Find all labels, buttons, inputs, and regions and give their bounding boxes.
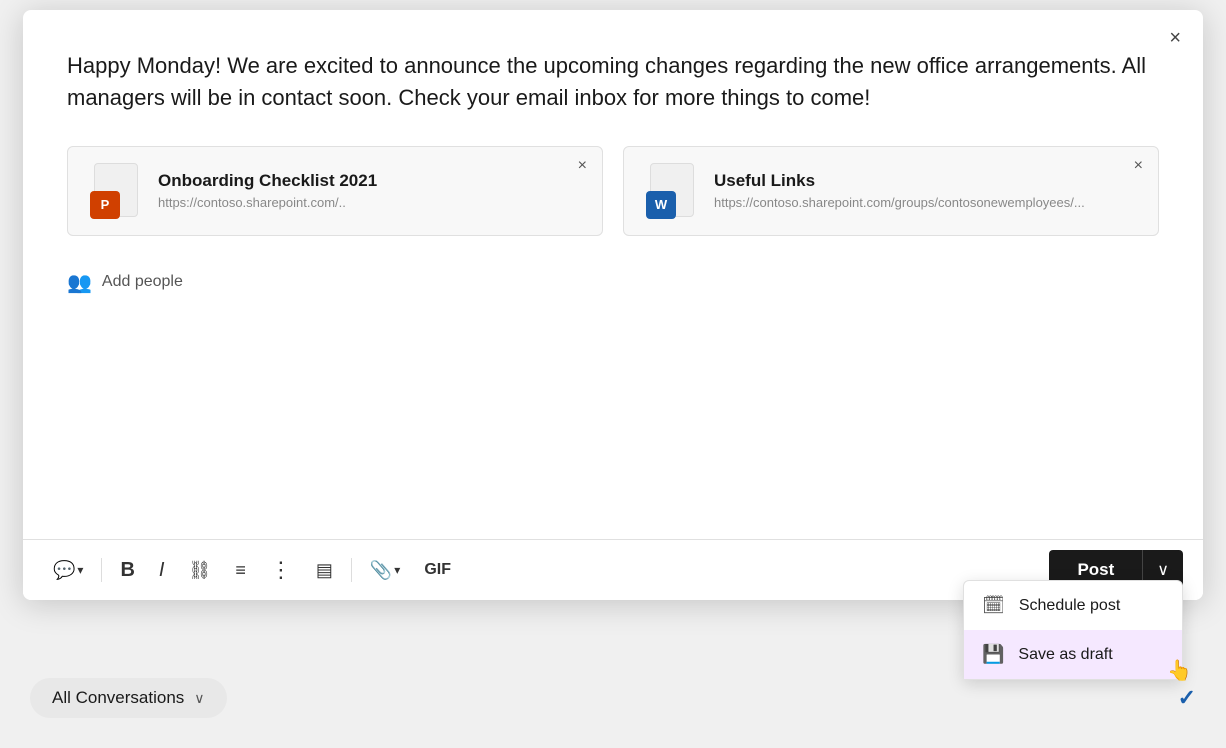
unordered-list-button[interactable]: ⋮ [260,551,302,589]
schedule-post-label: Schedule post [1019,597,1120,615]
unordered-list-icon: ⋮ [270,557,292,583]
checkmark: ✓ [1178,685,1196,711]
ordered-list-button[interactable]: ≡ [225,554,256,587]
compose-toolbar: 💬 ▾ B I ⛓ ≡ ⋮ ▤ 📎 ▾ [23,539,1203,600]
message-icon: 💬 [53,560,75,581]
link-button[interactable]: ⛓ [178,554,221,587]
post-dropdown-menu: 🗓 Schedule post 💾 Save as draft 👆 [963,580,1183,680]
schedule-post-item[interactable]: 🗓 Schedule post [964,581,1182,630]
save-draft-icon: 💾 [982,644,1004,665]
ppt-file-icon: P [86,161,142,221]
add-people-row[interactable]: 👥 Add people [67,264,1159,301]
toolbar-chevron-msg: ▾ [77,563,83,577]
remove-word-button[interactable]: × [1129,155,1148,177]
attachment-info-word: Useful Links https://contoso.sharepoint.… [714,171,1140,210]
quote-icon: ▤ [316,560,333,581]
save-draft-label: Save as draft [1018,646,1112,664]
toolbar-sep-2 [351,558,352,582]
attachment-name-word: Useful Links [714,171,1140,191]
bold-button[interactable]: B [110,553,144,588]
attach-icon: 📎 [370,560,392,581]
modal-body: Happy Monday! We are excited to announce… [23,10,1203,539]
attachments-row: P Onboarding Checklist 2021 https://cont… [67,146,1159,236]
attachment-card-ppt: P Onboarding Checklist 2021 https://cont… [67,146,603,236]
schedule-icon: 🗓 [982,595,1005,616]
attach-chevron: ▾ [394,563,400,577]
post-area: Post ∨ 🗓 Schedule post 💾 Save as draft 👆 [1049,550,1183,590]
gif-label: GIF [424,561,451,579]
attachment-url-word: https://contoso.sharepoint.com/groups/co… [714,195,1140,210]
message-text: Happy Monday! We are excited to announce… [67,50,1159,114]
gif-button[interactable]: GIF [414,555,461,585]
attach-button[interactable]: 📎 ▾ [360,554,410,587]
ordered-list-icon: ≡ [235,560,246,581]
save-draft-item[interactable]: 💾 Save as draft 👆 [964,630,1182,679]
cursor-hand-icon: 👆 [1167,658,1192,683]
modal-overlay: × Happy Monday! We are excited to announ… [0,0,1226,748]
word-file-icon: W [642,161,698,221]
italic-button[interactable]: I [149,553,175,588]
attachment-info-ppt: Onboarding Checklist 2021 https://contos… [158,171,584,210]
all-conversations-chevron: ∨ [194,690,204,707]
toolbar-sep-1 [101,558,102,582]
all-conversations-button[interactable]: All Conversations ∨ [30,678,227,718]
remove-ppt-button[interactable]: × [573,155,592,177]
bottom-bar: All Conversations ∨ ✓ [30,678,1196,718]
all-conversations-label: All Conversations [52,688,184,708]
add-people-icon: 👥 [67,270,92,295]
attachment-card-word: W Useful Links https://contoso.sharepoin… [623,146,1159,236]
add-people-label: Add people [102,273,183,291]
message-type-button[interactable]: 💬 ▾ [43,554,93,587]
attachment-url-ppt: https://contoso.sharepoint.com/.. [158,195,584,210]
modal-close-button[interactable]: × [1163,24,1187,52]
compose-modal: × Happy Monday! We are excited to announ… [23,10,1203,600]
attachment-name-ppt: Onboarding Checklist 2021 [158,171,584,191]
quote-button[interactable]: ▤ [306,554,343,587]
link-icon: ⛓ [188,560,211,581]
post-dropdown-chevron: ∨ [1157,560,1169,580]
